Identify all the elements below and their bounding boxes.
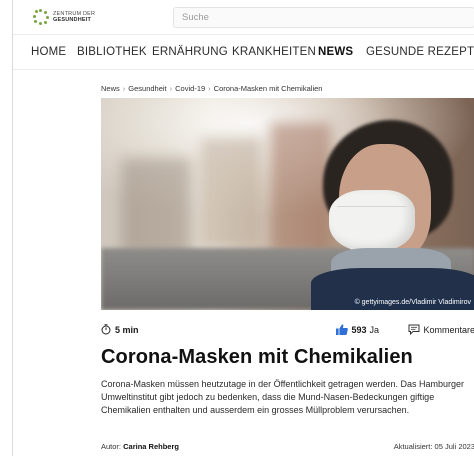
article-content: News › Gesundheit › Covid-19 › Corona-Masken m… [101, 70, 474, 456]
article-meta: 5 min 593 Ja Kommentare [101, 324, 474, 340]
like-button[interactable]: 593 Ja [336, 324, 379, 335]
timer-icon [101, 324, 111, 335]
author-name[interactable]: Carina Rehberg [123, 442, 179, 451]
logo-line-2: GESUNDHEIT [53, 17, 92, 23]
thumbs-up-icon [336, 324, 349, 335]
search-input[interactable]: Suche [173, 7, 474, 28]
site-logo[interactable]: ZENTRUM DER GESUNDHEIT [33, 9, 95, 25]
article-lead: Corona-Masken müssen heutzutage in der Ö… [101, 379, 465, 415]
breadcrumb: News › Gesundheit › Covid-19 › Corona-Masken m… [101, 84, 322, 93]
breadcrumb-item-gesundheit[interactable]: Gesundheit [128, 84, 166, 93]
hero-image: © gettyimages.de/Vladimir Vladimirov [101, 98, 474, 310]
breadcrumb-item-news[interactable]: News [101, 84, 120, 93]
breadcrumb-separator: › [169, 84, 173, 93]
page-frame: ZENTRUM DER GESUNDHEIT Suche HOME BIBLIO… [12, 0, 474, 456]
breadcrumb-separator: › [208, 84, 211, 93]
header-bar: ZENTRUM DER GESUNDHEIT Suche [13, 0, 474, 34]
likes-count: 593 [351, 324, 367, 335]
logo-text: ZENTRUM DER GESUNDHEIT [53, 11, 95, 23]
main-nav: HOME BIBLIOTHEK ERNÄHRUNG KRANKHEITEN NE… [13, 34, 474, 70]
comments-label: Kommentare [423, 324, 474, 335]
logo-icon [33, 9, 49, 25]
face-mask [329, 190, 415, 252]
article-title: Corona-Masken mit Chemikalien [101, 346, 413, 368]
nav-item-ernaehrung[interactable]: ERNÄHRUNG [152, 46, 228, 58]
breadcrumb-item-current: Corona-Masken mit Chemikalien [213, 84, 323, 93]
image-credit: © gettyimages.de/Vladimir Vladimirov [350, 298, 474, 310]
likes-label: Ja [369, 324, 379, 335]
nav-item-bibliothek[interactable]: BIBLIOTHEK [77, 46, 147, 58]
comments-button[interactable]: Kommentare [408, 324, 474, 335]
updated-date: Aktualisiert: 05 Juli 2023 [393, 442, 474, 451]
nav-item-home[interactable]: HOME [31, 46, 66, 58]
nav-item-news[interactable]: NEWS [318, 46, 353, 58]
breadcrumb-item-covid[interactable]: Covid-19 [175, 84, 205, 93]
read-time-value: 5 min [115, 324, 139, 335]
nav-item-gesunde-rezepte[interactable]: GESUNDE REZEPTE [366, 46, 474, 58]
comment-icon [408, 324, 420, 335]
nav-item-krankheiten[interactable]: KRANKHEITEN [232, 46, 316, 58]
breadcrumb-separator: › [122, 84, 126, 93]
author-label: Autor: [101, 442, 122, 451]
author-byline: Autor: Carina Rehberg [101, 442, 179, 451]
read-time: 5 min [101, 324, 139, 335]
